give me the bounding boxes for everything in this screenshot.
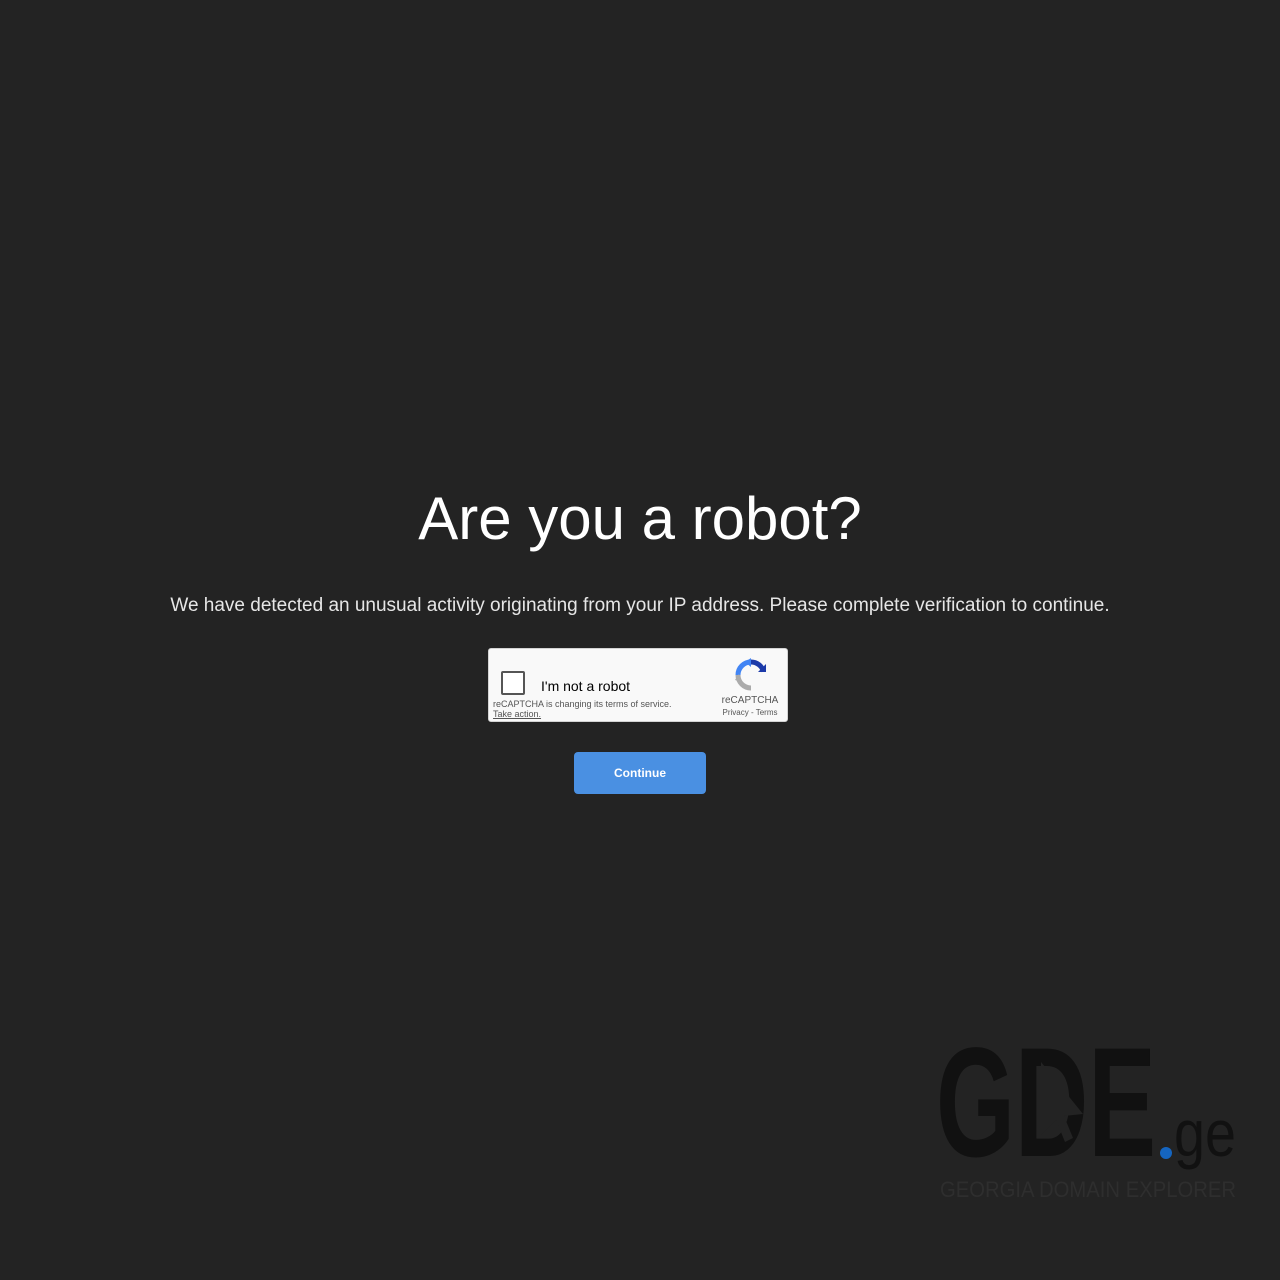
recaptcha-link-separator: - bbox=[750, 708, 754, 717]
continue-button[interactable]: Continue bbox=[574, 752, 706, 794]
verification-message: We have detected an unusual activity ori… bbox=[170, 595, 1110, 616]
logo-dot-icon bbox=[1160, 1147, 1172, 1159]
recaptcha-take-action-link[interactable]: Take action. bbox=[493, 709, 541, 719]
recaptcha-links: Privacy - Terms bbox=[705, 708, 795, 718]
gde-logo-tld-text: ge bbox=[1174, 1096, 1236, 1170]
recaptcha-widget: I'm not a robot reCAPTCHA is changing it… bbox=[488, 648, 788, 722]
not-a-robot-checkbox[interactable] bbox=[501, 671, 525, 695]
page-title: Are you a robot? bbox=[418, 485, 862, 552]
recaptcha-brand: reCAPTCHA bbox=[721, 695, 779, 706]
recaptcha-checkbox-label: I'm not a robot bbox=[541, 678, 631, 694]
recaptcha-terms-link[interactable]: Terms bbox=[756, 708, 778, 717]
recaptcha-privacy-link[interactable]: Privacy bbox=[723, 708, 749, 717]
gde-logo-tagline: GEORGIA DOMAIN EXPLORER bbox=[940, 1177, 1236, 1202]
recaptcha-logo-icon bbox=[734, 658, 768, 692]
recaptcha-terms-notice: reCAPTCHA is changing its terms of servi… bbox=[493, 699, 672, 709]
gde-logo: GDE ge GEORGIA DOMAIN EXPLORER bbox=[936, 1034, 1240, 1206]
verification-page: Are you a robot? We have detected an unu… bbox=[0, 0, 1280, 1280]
